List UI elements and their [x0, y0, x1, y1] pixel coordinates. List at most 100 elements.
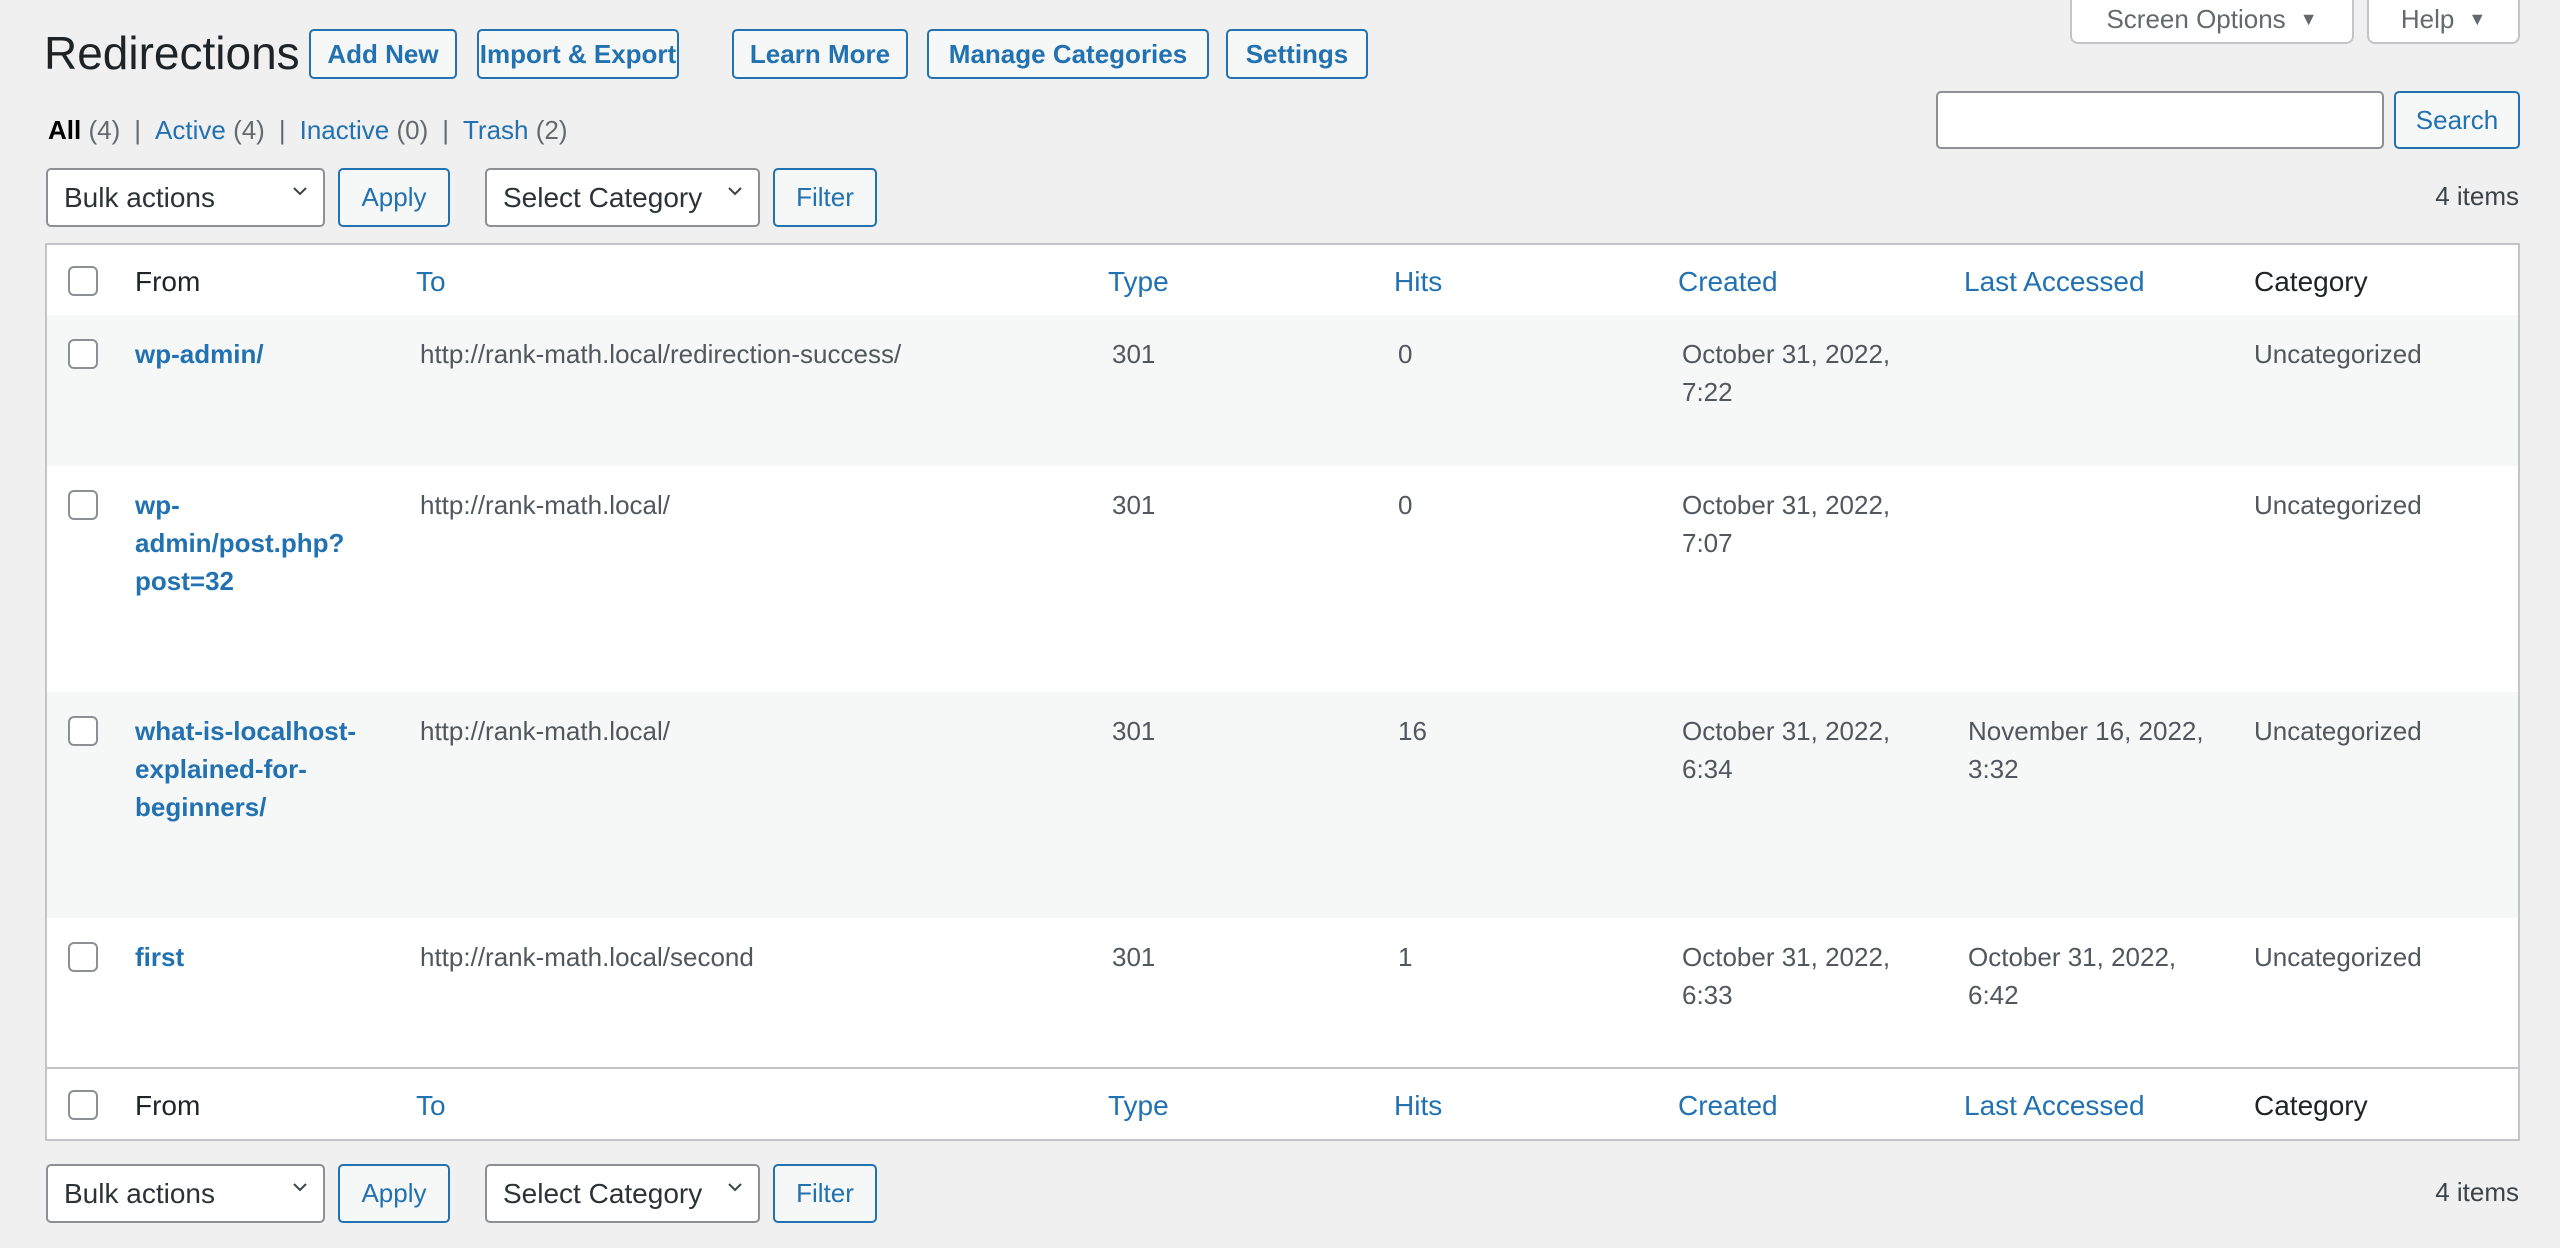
screen-options-toggle[interactable]: Screen Options ▼ — [2070, 0, 2354, 44]
select-all-checkbox[interactable] — [68, 266, 98, 296]
page-title: Redirections — [44, 27, 300, 79]
to-url: http://rank-math.local/second — [420, 942, 754, 972]
column-category: Category — [2254, 1090, 2368, 1121]
view-trash-count: (2) — [535, 115, 568, 145]
category-value: Uncategorized — [2254, 716, 2422, 746]
redirections-table: From To Type Hits Created Last Accessed … — [45, 243, 2520, 1141]
row-checkbox[interactable] — [68, 339, 98, 369]
created-value: October 31, 2022, 7:07 — [1682, 490, 1891, 558]
filter-button-bottom[interactable]: Filter — [773, 1164, 877, 1223]
type-value: 301 — [1112, 339, 1156, 369]
items-count-bottom: 4 items — [2435, 1177, 2519, 1207]
from-link[interactable]: first — [135, 938, 375, 976]
view-active-link[interactable]: Active — [155, 115, 226, 145]
column-last-accessed-sort[interactable]: Last Accessed — [1964, 265, 2145, 299]
status-views: All (4) | Active (4) | Inactive (0) | Tr… — [48, 115, 568, 146]
from-link[interactable]: what-is-localhost-explained-for-beginner… — [135, 712, 375, 826]
column-to-sort[interactable]: To — [416, 265, 446, 299]
bulk-actions-value: Bulk actions — [64, 1177, 215, 1209]
column-to-sort[interactable]: To — [416, 1089, 446, 1123]
row-checkbox[interactable] — [68, 490, 98, 520]
chevron-down-icon — [293, 1183, 307, 1192]
last-accessed-value: October 31, 2022, 6:42 — [1968, 942, 2177, 1010]
view-trash-link[interactable]: Trash — [463, 115, 529, 145]
add-new-button[interactable]: Add New — [309, 29, 457, 79]
apply-button[interactable]: Apply — [338, 168, 450, 227]
view-inactive-count: (0) — [396, 115, 429, 145]
category-select-value: Select Category — [503, 1177, 703, 1209]
search-input[interactable] — [1936, 91, 2384, 149]
view-inactive[interactable]: Inactive (0) — [300, 115, 429, 146]
to-url: http://rank-math.local/ — [420, 716, 670, 746]
bulk-actions-value: Bulk actions — [64, 181, 215, 213]
row-checkbox[interactable] — [68, 716, 98, 746]
view-all[interactable]: All (4) — [48, 115, 120, 146]
table-footer: From To Type Hits Created Last Accessed … — [47, 1067, 2518, 1139]
apply-button-bottom[interactable]: Apply — [338, 1164, 450, 1223]
import-export-button[interactable]: Import & Export — [477, 29, 679, 79]
column-hits-sort[interactable]: Hits — [1394, 265, 1442, 299]
column-category: Category — [2254, 266, 2368, 297]
search-button[interactable]: Search — [2394, 91, 2520, 149]
column-created-sort[interactable]: Created — [1678, 1089, 1778, 1123]
category-select-value: Select Category — [503, 181, 703, 213]
bulk-actions-select[interactable]: Bulk actions — [46, 168, 325, 227]
type-value: 301 — [1112, 490, 1156, 520]
settings-button[interactable]: Settings — [1226, 29, 1368, 79]
view-all-count: (4) — [88, 115, 121, 145]
hits-value: 16 — [1398, 716, 1427, 746]
view-active[interactable]: Active (4) — [155, 115, 265, 146]
table-row: wp-admin/ http://rank-math.local/redirec… — [47, 315, 2518, 466]
hits-value: 0 — [1398, 490, 1413, 520]
category-value: Uncategorized — [2254, 942, 2422, 972]
help-label: Help — [2400, 3, 2455, 34]
learn-more-button[interactable]: Learn More — [732, 29, 908, 79]
hits-value: 1 — [1398, 942, 1413, 972]
separator: | — [278, 115, 286, 145]
category-value: Uncategorized — [2254, 339, 2422, 369]
table-row: wp-admin/post.php?post=32 http://rank-ma… — [47, 466, 2518, 692]
separator: | — [134, 115, 142, 145]
table-header: From To Type Hits Created Last Accessed … — [47, 245, 2518, 317]
created-value: October 31, 2022, 6:33 — [1682, 942, 1891, 1010]
to-url: http://rank-math.local/redirection-succe… — [420, 339, 902, 369]
category-select-bottom[interactable]: Select Category — [485, 1164, 760, 1223]
column-hits-sort[interactable]: Hits — [1394, 1089, 1442, 1123]
view-trash[interactable]: Trash (2) — [463, 115, 568, 146]
column-type-sort[interactable]: Type — [1108, 1089, 1169, 1123]
bulk-actions-select-bottom[interactable]: Bulk actions — [46, 1164, 325, 1223]
caret-down-icon: ▼ — [2468, 8, 2487, 29]
from-link[interactable]: wp-admin/ — [135, 335, 375, 373]
created-value: October 31, 2022, 6:34 — [1682, 716, 1891, 784]
separator: | — [442, 115, 449, 145]
type-value: 301 — [1112, 716, 1156, 746]
to-url: http://rank-math.local/ — [420, 490, 670, 520]
caret-down-icon: ▼ — [2299, 8, 2318, 29]
chevron-down-icon — [293, 187, 307, 196]
chevron-down-icon — [728, 1183, 742, 1192]
items-count: 4 items — [2435, 181, 2519, 211]
category-select[interactable]: Select Category — [485, 168, 760, 227]
select-all-checkbox-footer[interactable] — [68, 1090, 98, 1120]
manage-categories-button[interactable]: Manage Categories — [927, 29, 1209, 79]
view-inactive-link[interactable]: Inactive — [300, 115, 390, 145]
column-last-accessed-sort[interactable]: Last Accessed — [1964, 1089, 2145, 1123]
column-created-sort[interactable]: Created — [1678, 265, 1778, 299]
last-accessed-value: November 16, 2022, 3:32 — [1968, 716, 2204, 784]
column-type-sort[interactable]: Type — [1108, 265, 1169, 299]
view-all-label: All — [48, 115, 82, 145]
created-value: October 31, 2022, 7:22 — [1682, 339, 1891, 407]
column-from: From — [135, 1090, 201, 1121]
view-active-count: (4) — [233, 115, 265, 145]
from-link[interactable]: wp-admin/post.php?post=32 — [135, 486, 365, 600]
chevron-down-icon — [728, 187, 742, 196]
screen-options-label: Screen Options — [2106, 3, 2286, 34]
type-value: 301 — [1112, 942, 1156, 972]
table-row: what-is-localhost-explained-for-beginner… — [47, 692, 2518, 918]
filter-button[interactable]: Filter — [773, 168, 877, 227]
column-from: From — [135, 266, 201, 297]
hits-value: 0 — [1398, 339, 1413, 369]
help-toggle[interactable]: Help ▼ — [2367, 0, 2520, 44]
category-value: Uncategorized — [2254, 490, 2422, 520]
row-checkbox[interactable] — [68, 942, 98, 972]
